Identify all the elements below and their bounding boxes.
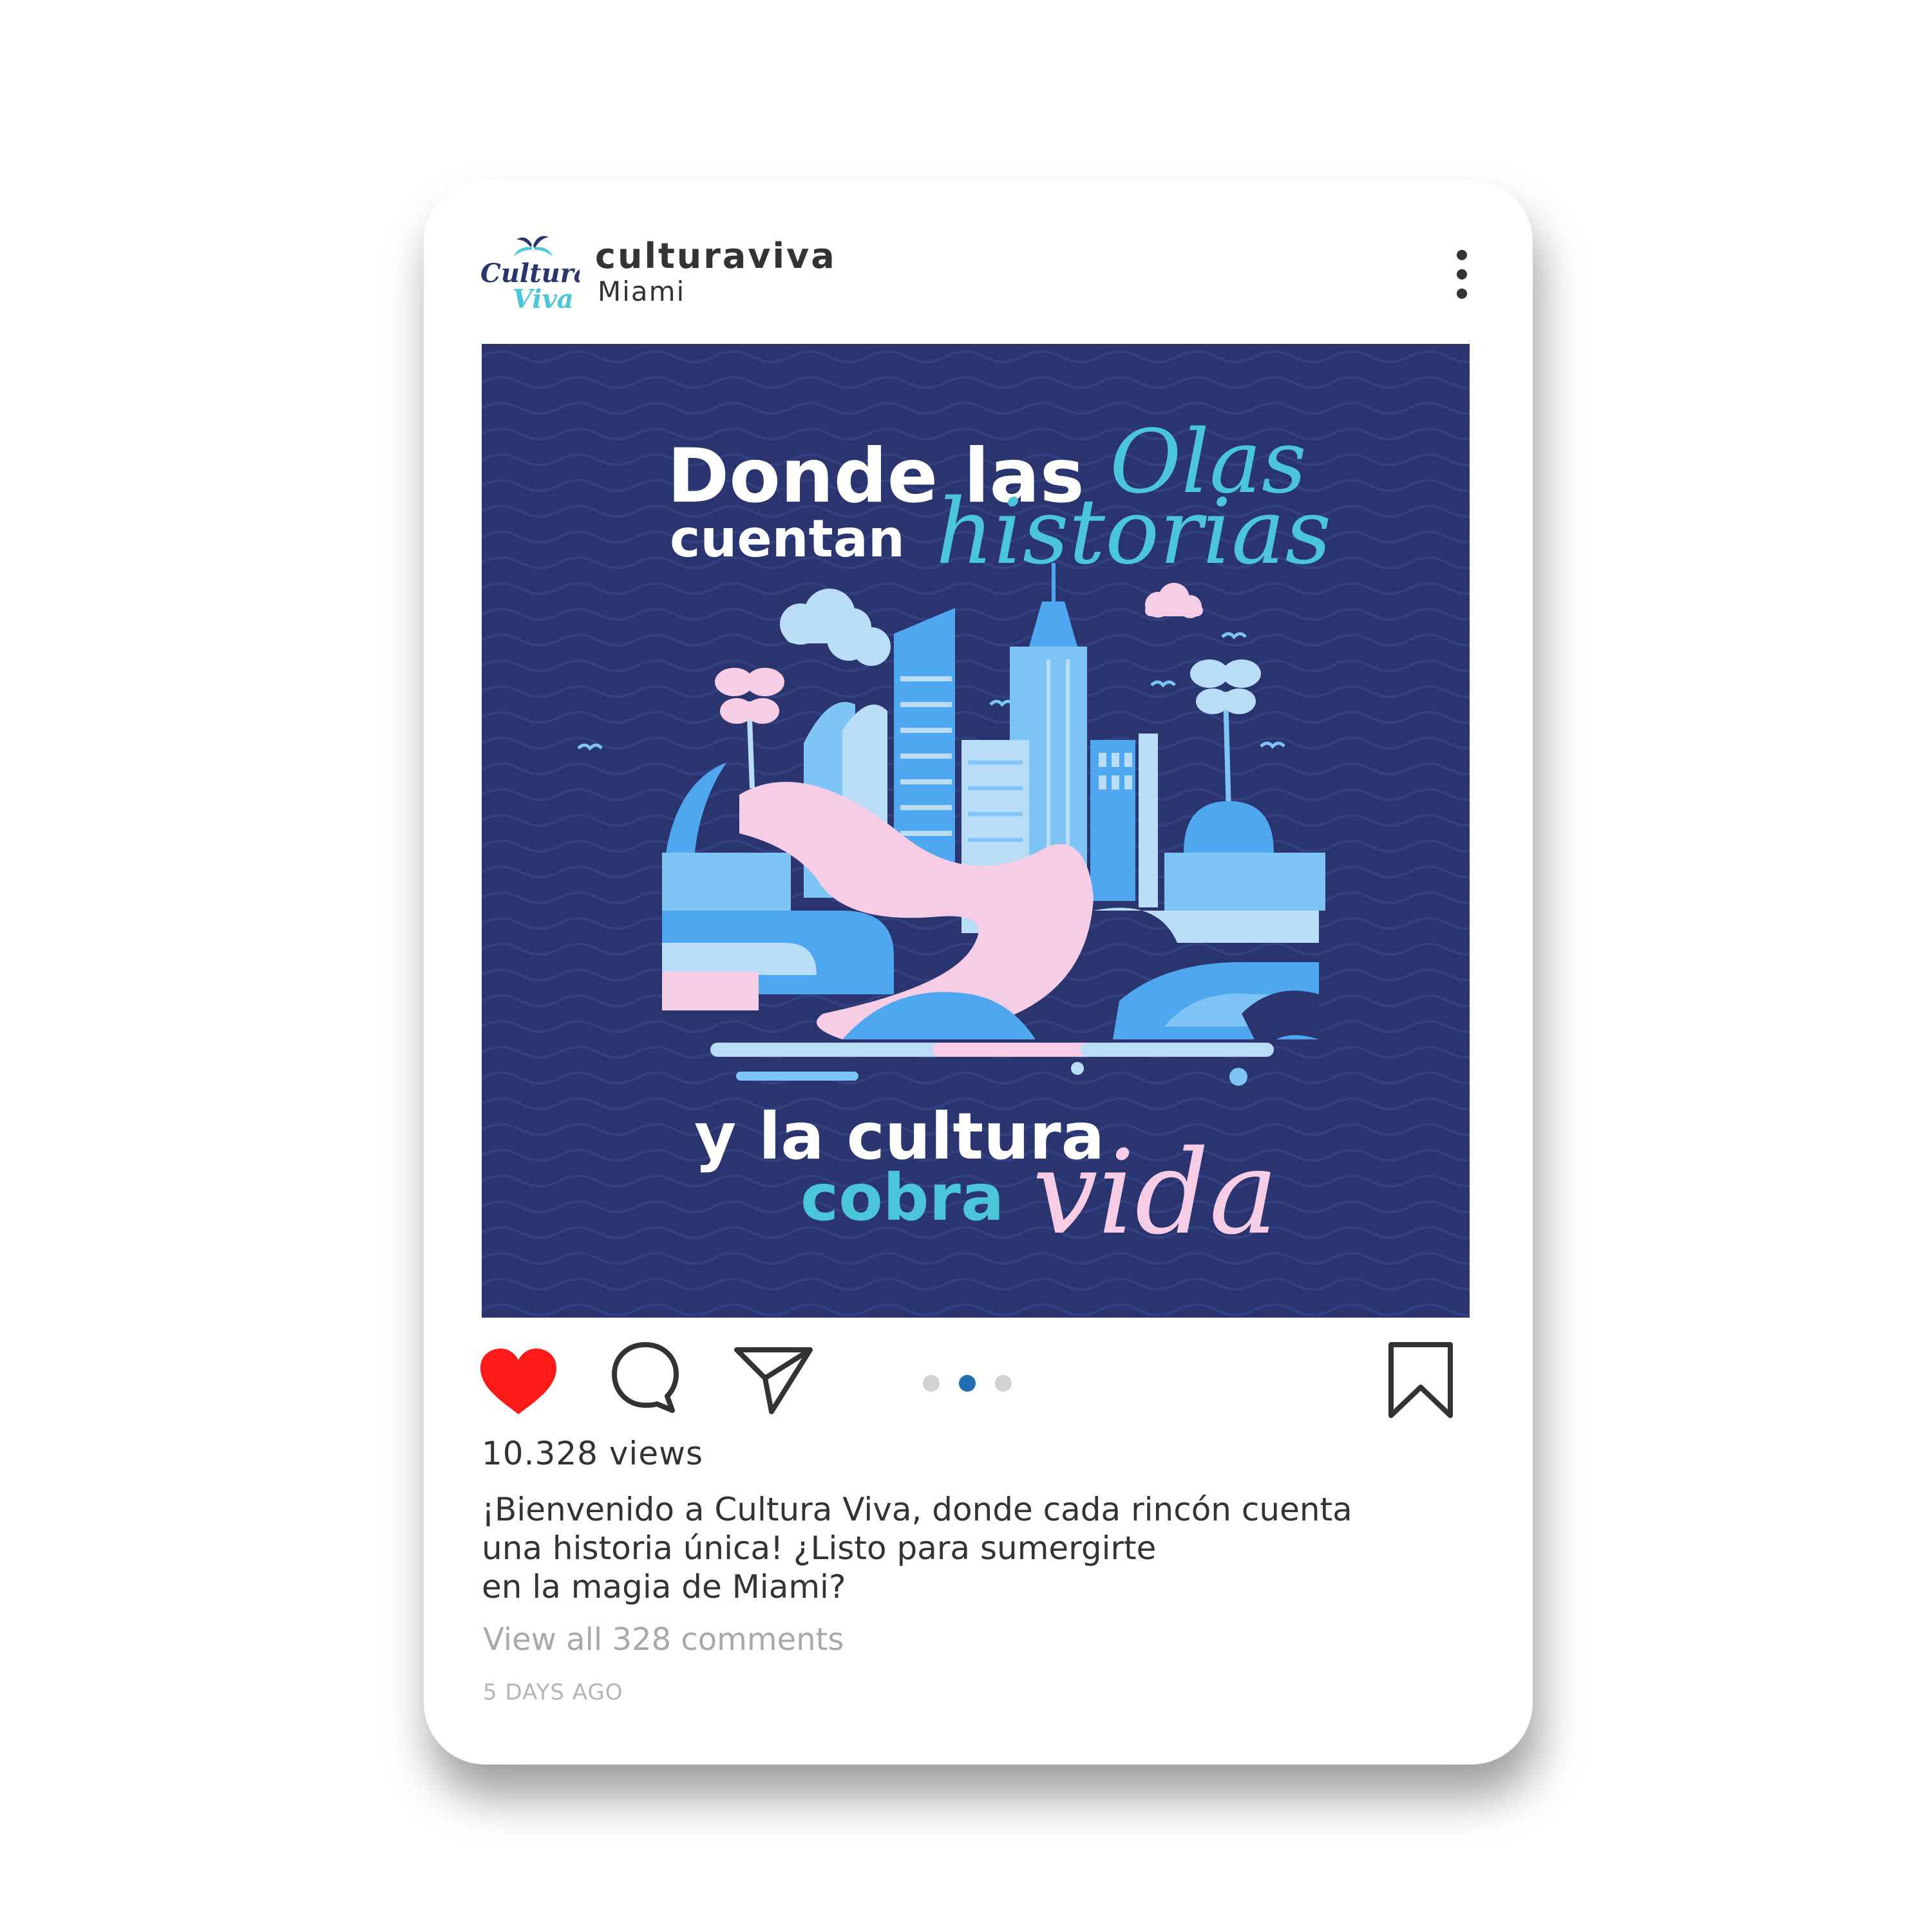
views-count: 10.328 views [482, 1435, 704, 1472]
post-image[interactable]: Donde las Olas cuentan historias y la cu… [482, 344, 1470, 1318]
more-vertical-icon[interactable] [1449, 249, 1475, 300]
bookmark-icon[interactable] [1385, 1341, 1457, 1419]
profile-avatar[interactable]: Cultura Viva [477, 232, 580, 316]
headline-line-2: cuentan [670, 509, 905, 569]
post-caption: ¡Bienvenido a Cultura Viva, donde cada r… [482, 1490, 1448, 1606]
carousel-dot-1[interactable] [923, 1375, 940, 1392]
view-comments-link[interactable]: View all 328 comments [483, 1622, 844, 1658]
heart-icon[interactable] [478, 1346, 559, 1417]
post-location[interactable]: Miami [598, 276, 685, 307]
post-username[interactable]: culturaviva [595, 236, 837, 276]
caption-line-1: ¡Bienvenido a Cultura Viva, donde cada r… [482, 1491, 1352, 1528]
footer-script-vida: vida [1032, 1126, 1278, 1260]
caption-line-2: una historia única! ¿Listo para sumergir… [482, 1530, 1157, 1567]
footer-line-2: cobra [800, 1160, 1004, 1235]
carousel-indicator [923, 1375, 1012, 1392]
palm-logo-icon [514, 236, 553, 256]
comment-bubble-icon[interactable] [609, 1340, 681, 1414]
logo-text-viva: Viva [513, 284, 574, 314]
headline-script-historias: historias [936, 480, 1331, 585]
paper-plane-icon[interactable] [733, 1343, 814, 1416]
carousel-dot-2[interactable] [959, 1375, 976, 1392]
post-timestamp: 5 DAYS AGO [483, 1680, 623, 1705]
caption-line-3: en la magia de Miami? [482, 1568, 846, 1605]
carousel-dot-3[interactable] [995, 1375, 1012, 1392]
